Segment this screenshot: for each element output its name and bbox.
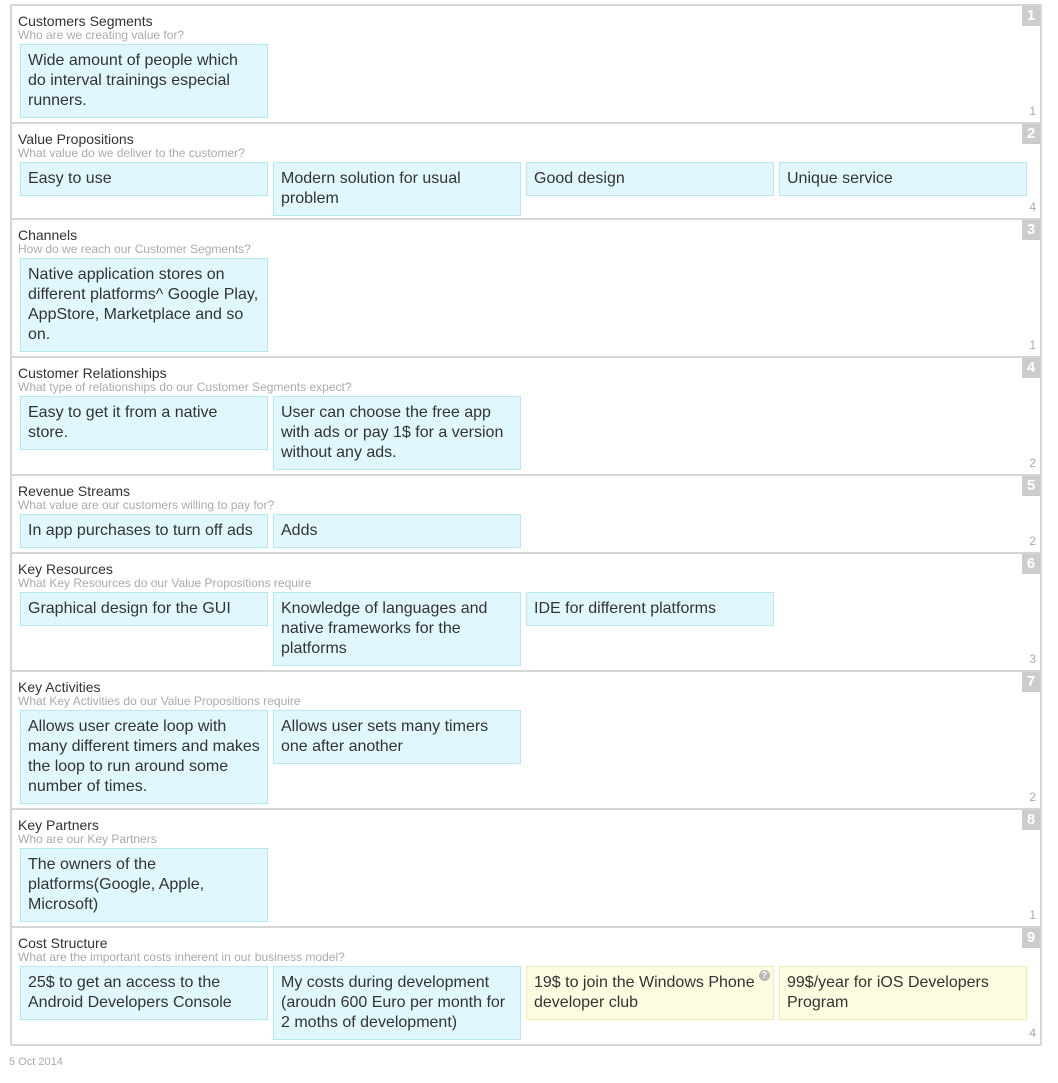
canvas-block-9: Cost Structure What are the important cos… <box>10 926 1042 1046</box>
canvas-block-3: Channels How do we reach our Customer Seg… <box>10 218 1042 358</box>
sticky-note[interactable]: Easy to use <box>20 162 268 196</box>
block-title: Channels <box>18 227 78 243</box>
sticky-note[interactable]: 99$/year for iOS Developers Program <box>779 966 1027 1020</box>
block-title: Cost Structure <box>18 935 108 951</box>
canvas-block-5: Revenue Streams What value are our custom… <box>10 474 1042 554</box>
sticky-note-text: Native application stores on different p… <box>28 266 259 343</box>
sticky-note-text: Wide amount of people which do interval … <box>28 52 238 109</box>
sticky-count: 1 <box>1029 908 1036 922</box>
block-number-badge: 6 <box>1022 554 1040 574</box>
sticky-note[interactable]: Adds <box>273 514 521 548</box>
sticky-note[interactable]: Wide amount of people which do interval … <box>20 44 268 118</box>
block-title: Value Propositions <box>18 131 134 147</box>
canvas-block-7: Key Activities What Key Activities do our… <box>10 670 1042 810</box>
block-subtitle: What type of relationships do our Custom… <box>18 380 352 394</box>
sticky-list: Easy to get it from a native store. User … <box>20 396 521 470</box>
sticky-note-text: 25$ to get an access to the Android Deve… <box>28 974 232 1011</box>
sticky-note[interactable]: In app purchases to turn off ads <box>20 514 268 548</box>
sticky-note-text: Modern solution for usual problem <box>281 170 461 207</box>
block-title: Revenue Streams <box>18 483 131 499</box>
sticky-note[interactable]: Allows user sets many timers one after a… <box>273 710 521 764</box>
sticky-note-text: Graphical design for the GUI <box>28 600 231 617</box>
sticky-note[interactable]: Unique service <box>779 162 1027 196</box>
sticky-note-text: 99$/year for iOS Developers Program <box>787 974 989 1011</box>
sticky-note[interactable]: User can choose the free app with ads or… <box>273 396 521 470</box>
canvas-block-1: Customers Segments Who are we creating va… <box>10 4 1042 124</box>
block-title: Key Activities <box>18 679 101 695</box>
sticky-list: Wide amount of people which do interval … <box>20 44 268 118</box>
block-number-badge: 4 <box>1022 358 1040 378</box>
sticky-note[interactable]: Allows user create loop with many differ… <box>20 710 268 804</box>
sticky-note-text: Allows user sets many timers one after a… <box>281 718 489 755</box>
canvas-block-8: Key Partners Who are our Key Partners 8 1 Th… <box>10 808 1042 928</box>
block-number-badge: 1 <box>1022 6 1040 26</box>
sticky-note-text: User can choose the free app with ads or… <box>281 404 504 461</box>
business-canvas: Customers Segments Who are we creating va… <box>10 4 1042 1046</box>
sticky-count: 4 <box>1029 200 1036 214</box>
sticky-note-text: Easy to get it from a native store. <box>28 404 218 441</box>
sticky-note[interactable]: 19$ to join the Windows Phone developer … <box>526 966 774 1020</box>
sticky-count: 2 <box>1029 534 1036 548</box>
block-subtitle: What Key Activities do our Value Proposi… <box>18 694 301 708</box>
block-number-badge: 3 <box>1022 220 1040 240</box>
sticky-note-text: Knowledge of languages and native framew… <box>281 600 488 657</box>
block-number-badge: 8 <box>1022 810 1040 830</box>
sticky-list: Native application stores on different p… <box>20 258 268 352</box>
block-subtitle: What are the important costs inherent in… <box>18 950 345 964</box>
block-subtitle: What Key Resources do our Value Proposit… <box>18 576 312 590</box>
canvas-block-6: Key Resources What Key Resources do our V… <box>10 552 1042 672</box>
sticky-list: Allows user create loop with many differ… <box>20 710 521 804</box>
sticky-note-text: 19$ to join the Windows Phone developer … <box>534 974 755 1011</box>
sticky-count: 2 <box>1029 456 1036 470</box>
canvas-block-2: Value Propositions What value do we deliv… <box>10 122 1042 220</box>
sticky-note-text: Allows user create loop with many differ… <box>28 718 260 795</box>
sticky-note-text: Good design <box>534 170 625 187</box>
canvas-block-4: Customer Relationships What type of relat… <box>10 356 1042 476</box>
sticky-list: Easy to use Modern solution for usual pro… <box>20 162 1027 216</box>
block-title: Customers Segments <box>18 13 153 29</box>
sticky-note-text: Easy to use <box>28 170 112 187</box>
block-number-badge: 5 <box>1022 476 1040 496</box>
sticky-note[interactable]: Modern solution for usual problem <box>273 162 521 216</box>
sticky-note[interactable]: IDE for different platforms <box>526 592 774 626</box>
sticky-note-text: In app purchases to turn off ads <box>28 522 253 539</box>
sticky-note[interactable]: My costs during development (aroudn 600 … <box>273 966 521 1040</box>
sticky-count: 1 <box>1029 104 1036 118</box>
sticky-note-text: Adds <box>281 522 318 539</box>
sticky-count: 2 <box>1029 790 1036 804</box>
help-icon[interactable]: ? <box>759 970 770 981</box>
block-number-badge: 7 <box>1022 672 1040 692</box>
sticky-note[interactable]: The owners of the platforms(Google, Appl… <box>20 848 268 922</box>
sticky-note[interactable]: 25$ to get an access to the Android Deve… <box>20 966 268 1020</box>
sticky-note-text: My costs during development (aroudn 600 … <box>281 974 506 1031</box>
sticky-count: 1 <box>1029 338 1036 352</box>
sticky-list: Graphical design for the GUI Knowledge of… <box>20 592 774 666</box>
sticky-note-text: The owners of the platforms(Google, Appl… <box>28 856 205 913</box>
sticky-note-text: IDE for different platforms <box>534 600 716 617</box>
sticky-count: 3 <box>1029 652 1036 666</box>
sticky-note[interactable]: Good design <box>526 162 774 196</box>
sticky-note[interactable]: Knowledge of languages and native framew… <box>273 592 521 666</box>
sticky-note-text: Unique service <box>787 170 893 187</box>
sticky-count: 4 <box>1029 1026 1036 1040</box>
footer-date: 5 Oct 2014 <box>9 1056 63 1068</box>
block-subtitle: Who are we creating value for? <box>18 28 185 42</box>
block-number-badge: 9 <box>1022 928 1040 948</box>
block-subtitle: Who are our Key Partners <box>18 832 157 846</box>
sticky-note[interactable]: Easy to get it from a native store. <box>20 396 268 450</box>
block-number-badge: 2 <box>1022 124 1040 144</box>
block-title: Customer Relationships <box>18 365 167 381</box>
sticky-list: The owners of the platforms(Google, Appl… <box>20 848 268 922</box>
sticky-note[interactable]: Native application stores on different p… <box>20 258 268 352</box>
block-subtitle: What value are our customers willing to … <box>18 498 275 512</box>
block-subtitle: How do we reach our Customer Segments? <box>18 242 251 256</box>
block-title: Key Partners <box>18 817 99 833</box>
sticky-list: In app purchases to turn off ads Adds <box>20 514 521 548</box>
block-title: Key Resources <box>18 561 113 577</box>
block-subtitle: What value do we deliver to the customer… <box>18 146 245 160</box>
sticky-list: 25$ to get an access to the Android Deve… <box>20 966 1027 1040</box>
sticky-note[interactable]: Graphical design for the GUI <box>20 592 268 626</box>
